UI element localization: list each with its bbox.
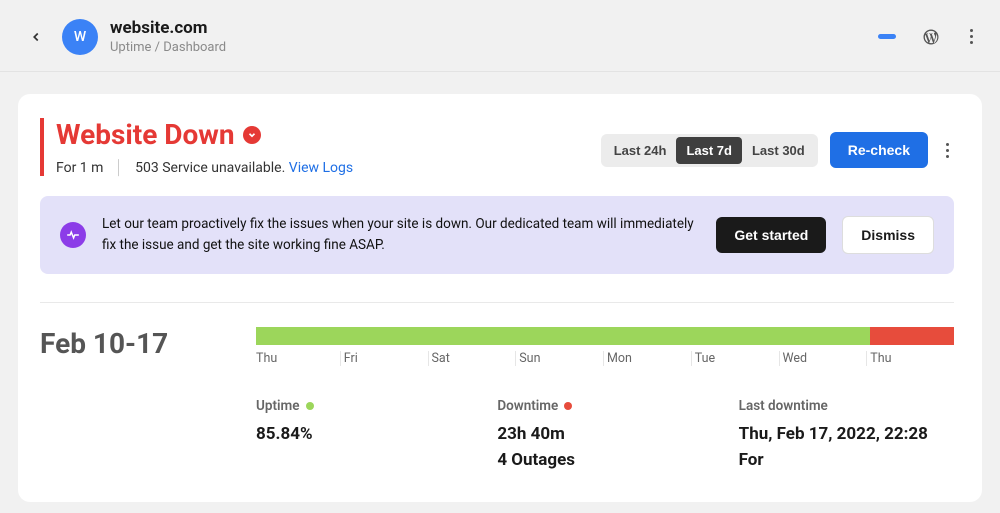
red-dot-icon bbox=[564, 402, 572, 410]
view-logs-link[interactable]: View Logs bbox=[289, 160, 353, 176]
uptime-metric: Uptime 85.84% bbox=[256, 398, 471, 470]
wordpress-icon[interactable] bbox=[922, 28, 940, 46]
timeline-section: Feb 10-17 ThuFriSatSunMonTueWedThu Uptim… bbox=[40, 327, 954, 470]
status-heading: Website Down bbox=[56, 118, 353, 151]
last-downtime-value: Thu, Feb 17, 2022, 22:28 bbox=[739, 424, 954, 444]
banner-text: Let our team proactively fix the issues … bbox=[102, 214, 700, 256]
uptime-bar bbox=[256, 327, 954, 345]
uptime-value: 85.84% bbox=[256, 424, 471, 444]
last-downtime-metric: Last downtime Thu, Feb 17, 2022, 22:28 F… bbox=[739, 398, 954, 470]
main-card: Website Down For 1 m │ 503 Service unava… bbox=[18, 94, 982, 502]
timeline-wrap: ThuFriSatSunMonTueWedThu Uptime 85.84% D… bbox=[256, 327, 954, 470]
back-button[interactable] bbox=[22, 23, 50, 51]
controls: Last 24h Last 7d Last 30d Re-check bbox=[601, 132, 954, 168]
last-downtime-for: For bbox=[739, 450, 954, 470]
range-24h[interactable]: Last 24h bbox=[604, 137, 677, 164]
downtime-label: Downtime bbox=[497, 398, 558, 414]
status-subline: For 1 m │ 503 Service unavailable. View … bbox=[56, 159, 353, 176]
get-started-button[interactable]: Get started bbox=[716, 217, 826, 253]
bar-down-segment bbox=[870, 327, 954, 345]
avatar-initial: W bbox=[74, 29, 86, 45]
downtime-value: 23h 40m bbox=[497, 424, 712, 444]
promo-banner: Let our team proactively fix the issues … bbox=[40, 196, 954, 274]
range-7d[interactable]: Last 7d bbox=[676, 137, 742, 164]
tick-label: Mon bbox=[603, 351, 691, 366]
status-duration: For 1 m bbox=[56, 160, 103, 176]
breadcrumb: Uptime / Dashboard bbox=[110, 40, 866, 55]
divider: │ bbox=[115, 160, 124, 176]
card-more-menu[interactable] bbox=[940, 143, 954, 158]
avatar: W bbox=[62, 19, 98, 55]
heartbeat-icon bbox=[60, 222, 86, 248]
recheck-button[interactable]: Re-check bbox=[830, 132, 928, 168]
status-block: Website Down For 1 m │ 503 Service unava… bbox=[40, 118, 353, 176]
bar-up-segment bbox=[256, 327, 870, 345]
tick-label: Sun bbox=[515, 351, 603, 366]
tick-label: Fri bbox=[340, 351, 428, 366]
metrics-row: Uptime 85.84% Downtime 23h 40m 4 Outages bbox=[256, 398, 954, 470]
date-range-label: Feb 10-17 bbox=[40, 327, 230, 470]
downtime-metric: Downtime 23h 40m 4 Outages bbox=[497, 398, 712, 470]
more-menu-button[interactable] bbox=[964, 29, 978, 44]
tick-label: Wed bbox=[779, 351, 867, 366]
chevron-left-icon bbox=[29, 30, 43, 44]
last-downtime-label: Last downtime bbox=[739, 398, 828, 414]
green-dot-icon bbox=[306, 402, 314, 410]
range-30d[interactable]: Last 30d bbox=[742, 137, 815, 164]
status-error: 503 Service unavailable. bbox=[135, 160, 285, 176]
status-pill bbox=[878, 34, 896, 39]
time-range-segmented: Last 24h Last 7d Last 30d bbox=[601, 134, 818, 167]
uptime-label: Uptime bbox=[256, 398, 300, 414]
status-row: Website Down For 1 m │ 503 Service unava… bbox=[40, 118, 954, 176]
dismiss-button[interactable]: Dismiss bbox=[842, 216, 934, 254]
tick-label: Thu bbox=[866, 351, 954, 366]
outages-value: 4 Outages bbox=[497, 450, 712, 470]
status-heading-text: Website Down bbox=[56, 118, 235, 151]
site-title: website.com bbox=[110, 18, 866, 38]
tick-label: Tue bbox=[691, 351, 779, 366]
tick-label: Thu bbox=[256, 351, 340, 366]
tick-label: Sat bbox=[428, 351, 516, 366]
topbar: W website.com Uptime / Dashboard bbox=[0, 0, 1000, 72]
down-arrow-icon bbox=[243, 126, 261, 144]
title-block: website.com Uptime / Dashboard bbox=[110, 18, 866, 55]
timeline-ticks: ThuFriSatSunMonTueWedThu bbox=[256, 351, 954, 366]
section-divider bbox=[40, 302, 954, 303]
